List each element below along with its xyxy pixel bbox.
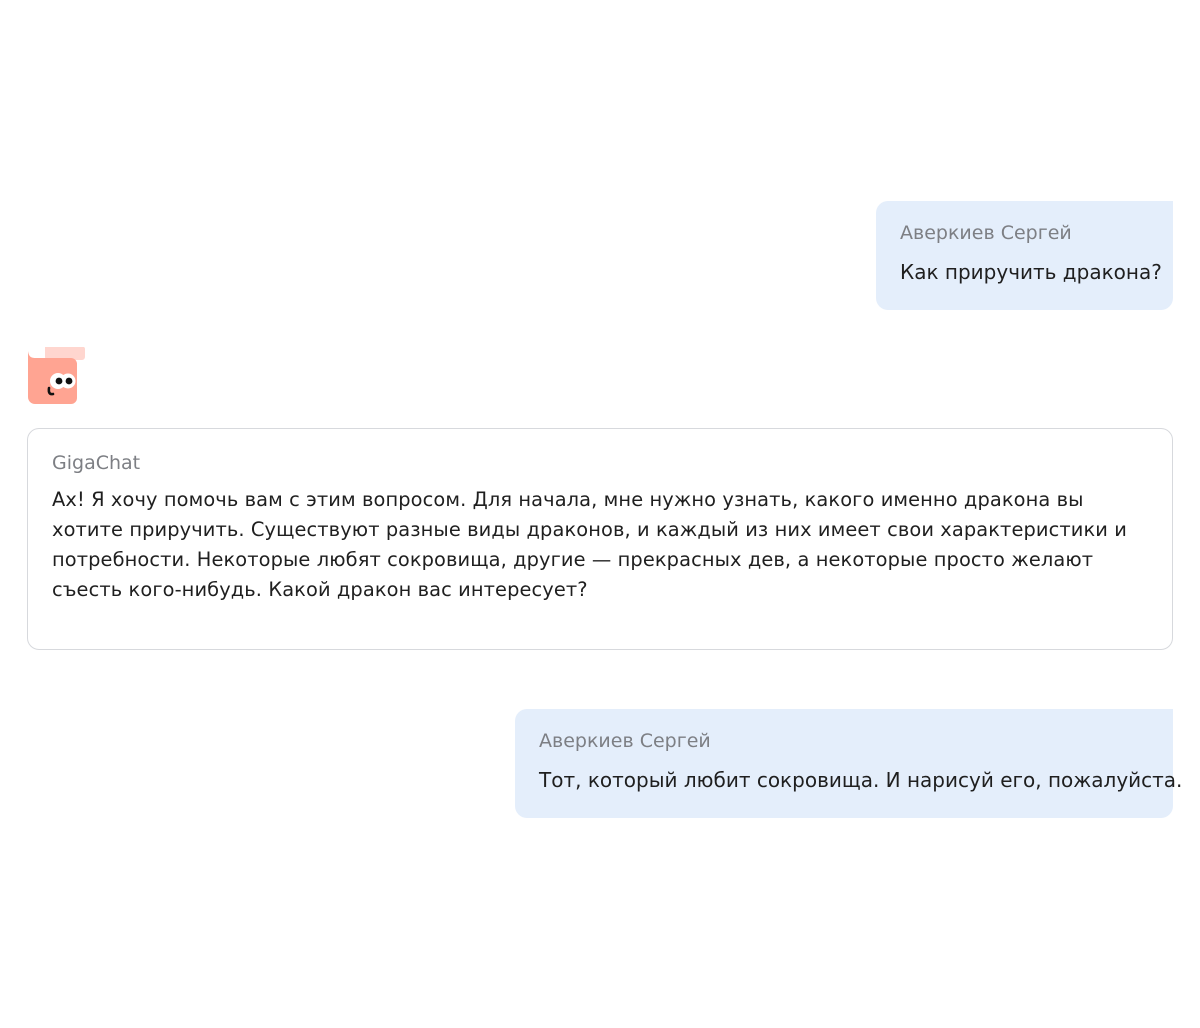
chat-thread: Аверкиев Сергей Как приручить дракона? G… [0,0,1200,1028]
gigachat-mascot-svg [28,347,86,404]
message-text: Как приручить дракона? [900,260,1162,284]
user-message: Аверкиев Сергей Тот, который любит сокро… [515,709,1183,818]
message-text: Тот, который любит сокровища. И нарисуй … [539,768,1183,792]
message-author: Аверкиев Сергей [539,730,711,752]
gigachat-mascot-icon [27,345,87,405]
message-text: Ах! Я хочу помочь вам с этим вопросом. Д… [52,488,1127,601]
message-author: Аверкиев Сергей [900,222,1072,244]
assistant-message: GigaChat Ах! Я хочу помочь вам с этим во… [27,428,1173,650]
message-author: GigaChat [52,452,141,474]
user-message: Аверкиев Сергей Как приручить дракона? [876,201,1173,310]
